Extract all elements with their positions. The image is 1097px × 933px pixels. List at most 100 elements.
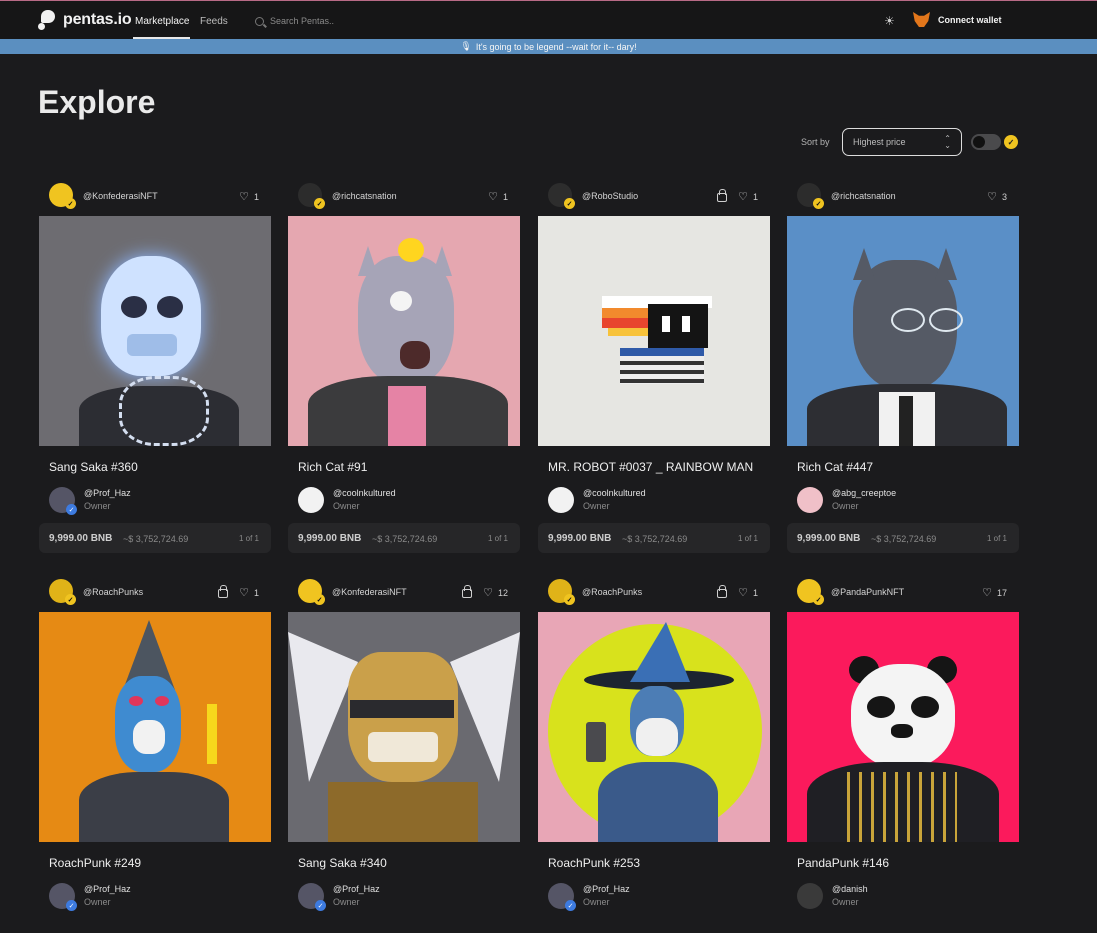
heart-icon[interactable]: ♡	[987, 190, 997, 203]
nft-image[interactable]	[288, 216, 520, 446]
heart-icon[interactable]: ♡	[239, 190, 249, 203]
heart-icon[interactable]: ♡	[483, 586, 493, 599]
owner-name[interactable]: @Prof_Haz	[333, 884, 380, 894]
owner-name[interactable]: @danish	[832, 884, 868, 894]
owner-name[interactable]: @Prof_Haz	[583, 884, 630, 894]
collection-avatar[interactable]: ✓	[298, 579, 325, 605]
collection-avatar[interactable]: ✓	[797, 579, 824, 605]
app-name: pentas.io	[63, 11, 132, 28]
tab-marketplace[interactable]: Marketplace	[135, 16, 189, 27]
heart-icon[interactable]: ♡	[488, 190, 498, 203]
verified-icon: ✓	[813, 198, 824, 209]
collection-handle[interactable]: @PandaPunkNFT	[831, 587, 904, 597]
price-bnb: 9,999.00 BNB	[49, 533, 113, 544]
owner-name[interactable]: @Prof_Haz	[84, 488, 131, 498]
like-count: 1	[502, 191, 508, 202]
owner-avatar[interactable]: ✓	[548, 883, 576, 911]
nft-title[interactable]: PandaPunk #146	[797, 856, 889, 870]
nft-image[interactable]	[288, 612, 520, 842]
collection-handle[interactable]: @RoachPunks	[83, 587, 143, 597]
card-header: ✓ @richcatsnation ♡ 3	[787, 180, 1019, 210]
verified-icon: ✓	[564, 594, 575, 605]
card-header: ✓ @richcatsnation ♡ 1	[288, 180, 520, 210]
verified-icon: ✓	[65, 594, 76, 605]
nft-title[interactable]: Sang Saka #340	[298, 856, 387, 870]
owner-name[interactable]: @coolnkultured	[583, 488, 646, 498]
nft-title[interactable]: RoachPunk #253	[548, 856, 640, 870]
collection-handle[interactable]: @RoboStudio	[582, 191, 638, 201]
collection-avatar[interactable]: ✓	[298, 183, 325, 209]
owner-role: Owner	[333, 501, 360, 511]
heart-icon[interactable]: ♡	[738, 190, 748, 203]
collection-avatar[interactable]: ✓	[49, 579, 76, 605]
price-usd: ~$ 3,752,724.69	[372, 534, 438, 544]
tab-feeds[interactable]: Feeds	[200, 16, 228, 27]
collection-handle[interactable]: @KonfederasiNFT	[83, 191, 158, 201]
nft-title[interactable]: Rich Cat #447	[797, 460, 873, 474]
like-count: 17	[996, 587, 1007, 598]
sort-select[interactable]: Highest price ⌃ ⌄	[842, 128, 962, 156]
verified-icon: ✓	[314, 198, 325, 209]
metamask-fox-icon	[913, 12, 930, 27]
verified-badge-icon: ✓	[1004, 135, 1018, 149]
nft-image[interactable]	[39, 216, 271, 446]
connect-wallet-label: Connect wallet	[938, 14, 1002, 25]
nft-image[interactable]	[787, 216, 1019, 446]
owner-avatar[interactable]	[797, 487, 823, 513]
verified-icon: ✓	[314, 594, 325, 605]
nft-title[interactable]: Rich Cat #91	[298, 460, 367, 474]
verified-filter-toggle[interactable]	[971, 134, 1001, 150]
collection-handle[interactable]: @KonfederasiNFT	[332, 587, 407, 597]
nft-image[interactable]	[538, 216, 770, 446]
price-usd: ~$ 3,752,724.69	[622, 534, 688, 544]
owner-name[interactable]: @Prof_Haz	[84, 884, 131, 894]
sort-value: Highest price	[853, 137, 906, 147]
edition-count: 1 of 1	[487, 534, 508, 543]
owner-avatar[interactable]	[548, 487, 574, 513]
collection-handle[interactable]: @richcatsnation	[831, 191, 896, 201]
collection-avatar[interactable]: ✓	[548, 183, 575, 209]
price-box: 9,999.00 BNB ~$ 3,752,724.69 1 of 1	[538, 523, 770, 553]
owner-avatar[interactable]: ✓	[49, 883, 77, 911]
lock-icon	[717, 189, 728, 202]
collection-avatar[interactable]: ✓	[548, 579, 575, 605]
collection-handle[interactable]: @RoachPunks	[582, 587, 642, 597]
owner-avatar[interactable]: ✓	[298, 883, 326, 911]
owner-avatar[interactable]	[797, 883, 823, 909]
nft-image[interactable]	[39, 612, 271, 842]
owner-name[interactable]: @abg_creeptoe	[832, 488, 896, 498]
verified-icon: ✓	[66, 900, 77, 911]
nft-image[interactable]	[538, 612, 770, 842]
lock-icon	[218, 585, 229, 598]
search-bar[interactable]	[255, 11, 425, 31]
app-logo[interactable]: pentas.io	[38, 10, 132, 30]
nft-title[interactable]: Sang Saka #360	[49, 460, 138, 474]
like-count: 1	[752, 587, 758, 598]
card-header: ✓ @RoachPunks ♡ 1	[39, 576, 271, 606]
search-input[interactable]	[270, 16, 410, 26]
like-count: 1	[253, 191, 259, 202]
verified-icon: ✓	[66, 504, 77, 515]
card-header: ✓ @RoachPunks ♡ 1	[538, 576, 770, 606]
heart-icon[interactable]: ♡	[982, 586, 992, 599]
owner-name[interactable]: @coolnkultured	[333, 488, 396, 498]
owner-avatar[interactable]: ✓	[49, 487, 77, 515]
select-arrows-icon: ⌃ ⌄	[944, 134, 951, 150]
owner-avatar[interactable]	[298, 487, 324, 513]
nft-title[interactable]: MR. ROBOT #0037 _ RAINBOW MAN	[548, 460, 753, 474]
collection-handle[interactable]: @richcatsnation	[332, 191, 397, 201]
owner-role: Owner	[583, 897, 610, 907]
connect-wallet-button[interactable]: Connect wallet	[913, 12, 1002, 27]
heart-icon[interactable]: ♡	[239, 586, 249, 599]
page-title: Explore	[38, 84, 156, 120]
collection-avatar[interactable]: ✓	[797, 183, 824, 209]
collection-avatar[interactable]: ✓	[49, 183, 76, 209]
card-header: ✓ @PandaPunkNFT ♡ 17	[787, 576, 1019, 606]
like-count: 3	[1001, 191, 1007, 202]
theme-toggle-sun-icon[interactable]: ☀	[884, 14, 895, 28]
nft-title[interactable]: RoachPunk #249	[49, 856, 141, 870]
pentas-logo-icon	[38, 10, 58, 30]
heart-icon[interactable]: ♡	[738, 586, 748, 599]
nft-image[interactable]	[787, 612, 1019, 842]
owner-role: Owner	[84, 897, 111, 907]
